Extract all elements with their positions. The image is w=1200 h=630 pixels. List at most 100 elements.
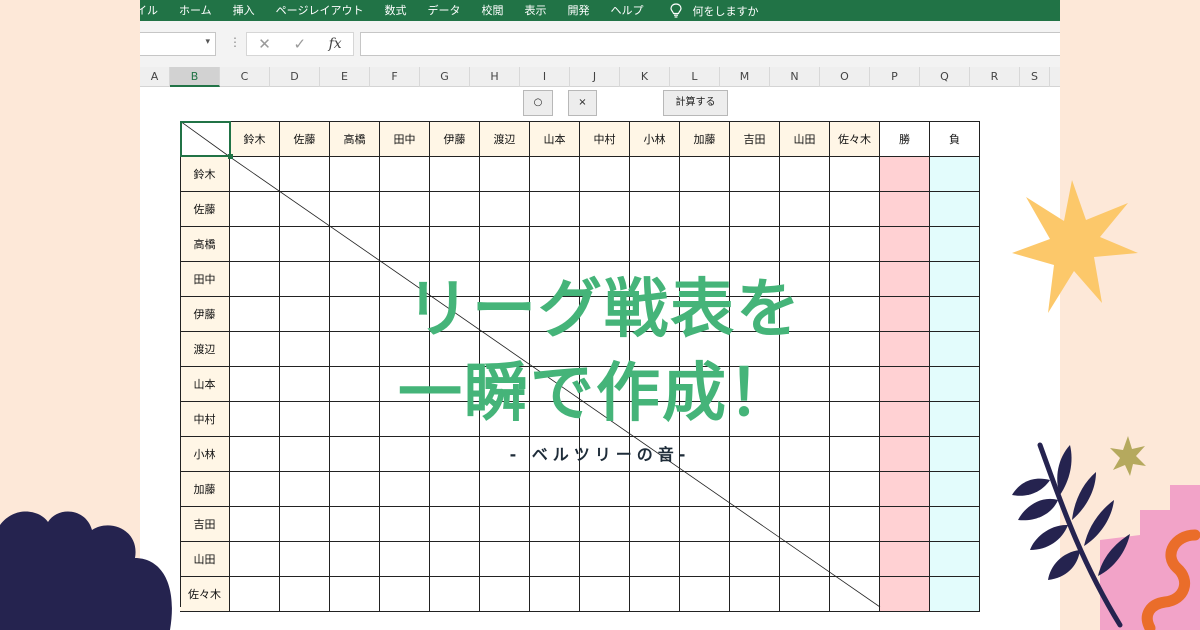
fill-handle[interactable] — [228, 154, 233, 159]
match-cell[interactable] — [530, 472, 580, 507]
match-cell[interactable] — [530, 157, 580, 192]
match-cell[interactable] — [830, 542, 880, 577]
match-cell[interactable] — [330, 367, 380, 402]
match-cell[interactable] — [430, 437, 480, 472]
match-cell[interactable] — [480, 577, 530, 612]
match-cell[interactable] — [780, 577, 830, 612]
match-cell[interactable] — [730, 472, 780, 507]
match-cell[interactable] — [680, 157, 730, 192]
formula-input[interactable] — [360, 32, 1060, 56]
match-cell[interactable] — [230, 227, 280, 262]
match-cell[interactable] — [680, 297, 730, 332]
match-cell[interactable] — [280, 332, 330, 367]
match-cell[interactable] — [580, 507, 630, 542]
menu-tab-developer[interactable]: 開発 — [567, 0, 589, 21]
match-cell[interactable] — [530, 577, 580, 612]
player-row-header[interactable]: 鈴木 — [180, 157, 230, 192]
win-count-cell[interactable] — [880, 297, 930, 332]
match-cell[interactable] — [230, 157, 280, 192]
match-cell[interactable] — [680, 262, 730, 297]
match-cell[interactable] — [480, 192, 530, 227]
player-column-header[interactable]: 中村 — [580, 121, 630, 157]
win-count-cell[interactable] — [880, 192, 930, 227]
match-cell[interactable] — [480, 507, 530, 542]
match-cell[interactable] — [530, 262, 580, 297]
lose-count-cell[interactable] — [930, 507, 980, 542]
match-cell[interactable] — [280, 472, 330, 507]
lose-count-cell[interactable] — [930, 542, 980, 577]
match-cell[interactable] — [680, 577, 730, 612]
circle-button[interactable]: ○ — [523, 90, 553, 116]
match-cell[interactable] — [330, 402, 380, 437]
player-row-header[interactable]: 伊藤 — [180, 297, 230, 332]
match-cell[interactable] — [730, 402, 780, 437]
match-cell[interactable] — [730, 437, 780, 472]
match-cell[interactable] — [230, 402, 280, 437]
check-icon[interactable]: ✓ — [293, 35, 306, 53]
match-cell[interactable] — [730, 262, 780, 297]
lose-count-cell[interactable] — [930, 192, 980, 227]
match-cell[interactable] — [680, 192, 730, 227]
match-cell[interactable] — [780, 297, 830, 332]
lose-count-cell[interactable] — [930, 577, 980, 612]
match-cell[interactable] — [830, 367, 880, 402]
cancel-icon[interactable]: ✕ — [258, 35, 271, 53]
match-cell[interactable] — [530, 227, 580, 262]
win-count-cell[interactable] — [880, 472, 930, 507]
match-cell[interactable] — [780, 472, 830, 507]
match-cell[interactable] — [430, 297, 480, 332]
player-column-header[interactable]: 山本 — [530, 121, 580, 157]
player-column-header[interactable]: 佐々木 — [830, 121, 880, 157]
match-cell[interactable] — [580, 157, 630, 192]
menu-tab-file[interactable]: イル — [140, 0, 158, 21]
match-cell[interactable] — [580, 402, 630, 437]
match-cell[interactable] — [630, 437, 680, 472]
win-count-cell[interactable] — [880, 402, 930, 437]
match-cell[interactable] — [530, 402, 580, 437]
lose-count-cell[interactable] — [930, 262, 980, 297]
win-count-cell[interactable] — [880, 542, 930, 577]
match-cell[interactable] — [630, 367, 680, 402]
match-cell[interactable] — [730, 367, 780, 402]
match-cell[interactable] — [330, 472, 380, 507]
menu-tab-home[interactable]: ホーム — [179, 0, 212, 21]
match-cell[interactable] — [430, 157, 480, 192]
match-cell[interactable] — [380, 367, 430, 402]
match-cell[interactable] — [680, 227, 730, 262]
player-row-header[interactable]: 小林 — [180, 437, 230, 472]
match-cell[interactable] — [680, 367, 730, 402]
match-cell[interactable] — [280, 402, 330, 437]
match-cell[interactable] — [530, 332, 580, 367]
match-cell[interactable] — [480, 332, 530, 367]
match-cell[interactable] — [380, 157, 430, 192]
cross-button[interactable]: × — [568, 90, 597, 116]
match-cell[interactable] — [730, 227, 780, 262]
win-count-cell[interactable] — [880, 367, 930, 402]
match-cell[interactable] — [380, 507, 430, 542]
player-column-header[interactable]: 山田 — [780, 121, 830, 157]
match-cell[interactable] — [280, 577, 330, 612]
match-cell[interactable] — [330, 227, 380, 262]
player-column-header[interactable]: 伊藤 — [430, 121, 480, 157]
menu-tab-view[interactable]: 表示 — [524, 0, 546, 21]
match-cell[interactable] — [580, 192, 630, 227]
match-cell[interactable] — [230, 332, 280, 367]
match-cell[interactable] — [630, 297, 680, 332]
match-cell[interactable] — [280, 297, 330, 332]
match-cell[interactable] — [380, 437, 430, 472]
match-cell[interactable] — [430, 507, 480, 542]
player-row-header[interactable]: 中村 — [180, 402, 230, 437]
match-cell[interactable] — [430, 192, 480, 227]
match-cell[interactable] — [280, 367, 330, 402]
match-cell[interactable] — [680, 437, 730, 472]
match-cell[interactable] — [230, 367, 280, 402]
match-cell[interactable] — [780, 402, 830, 437]
player-column-header[interactable]: 田中 — [380, 121, 430, 157]
column-header-r[interactable]: R — [970, 67, 1020, 87]
match-cell[interactable] — [530, 437, 580, 472]
menu-tab-data[interactable]: データ — [427, 0, 460, 21]
match-cell[interactable] — [330, 577, 380, 612]
tell-me-search[interactable]: 何をしますか — [670, 3, 758, 19]
player-row-header[interactable]: 高橋 — [180, 227, 230, 262]
match-cell[interactable] — [630, 157, 680, 192]
